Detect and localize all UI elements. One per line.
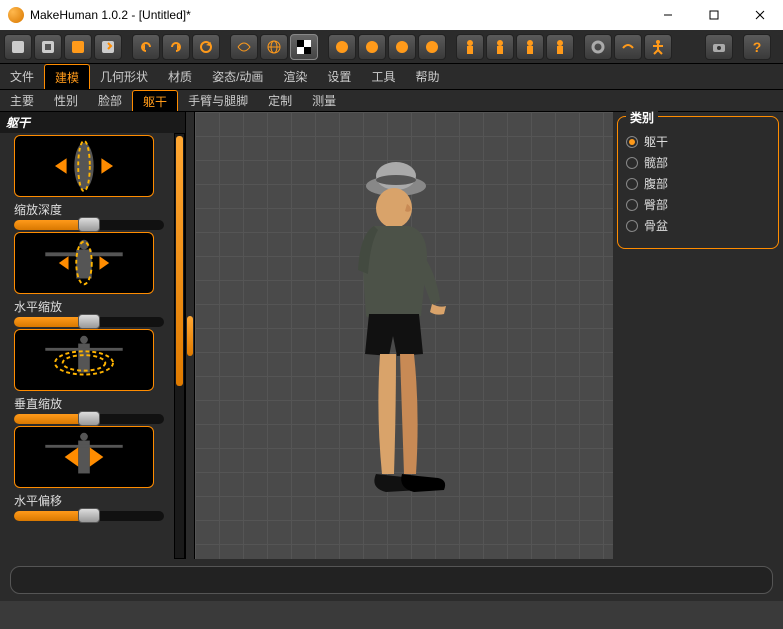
toolbar: ? [0, 30, 783, 64]
slider-thumb-icon[interactable] [14, 232, 154, 294]
body-left-icon[interactable] [456, 34, 484, 60]
slider-thumb-icon[interactable] [14, 135, 154, 197]
globe-button[interactable] [260, 34, 288, 60]
new-button[interactable] [4, 34, 32, 60]
radio-butt[interactable]: 臀部 [626, 196, 770, 213]
body-front-icon[interactable] [486, 34, 514, 60]
menu-modeling[interactable]: 建模 [44, 64, 90, 89]
slider-label: 垂直缩放 [14, 395, 167, 412]
subtab-torso[interactable]: 躯干 [132, 90, 178, 111]
menu-help[interactable]: 帮助 [405, 64, 449, 89]
camera-icon[interactable] [705, 34, 733, 60]
head-right-icon[interactable] [418, 34, 446, 60]
slider-block: 垂直缩放 [0, 391, 173, 488]
export-button[interactable] [94, 34, 122, 60]
menubar: 文件 建模 几何形状 材质 姿态/动画 渲染 设置 工具 帮助 [0, 64, 783, 90]
subtab-custom[interactable]: 定制 [258, 90, 302, 111]
window-title: MakeHuman 1.0.2 - [Untitled]* [30, 8, 645, 22]
gear-icon[interactable] [584, 34, 612, 60]
radio-belly[interactable]: 腹部 [626, 175, 770, 192]
subtab-limbs[interactable]: 手臂与腿脚 [178, 90, 258, 111]
body-back-icon[interactable] [516, 34, 544, 60]
slider-block: 水平缩放 [0, 294, 173, 391]
slider-thumb-icon[interactable] [14, 426, 154, 488]
menu-file[interactable]: 文件 [0, 64, 44, 89]
left-panel: 躯干 缩放深度 [0, 112, 185, 559]
subtab-face[interactable]: 脸部 [88, 90, 132, 111]
viewport[interactable] [195, 112, 613, 559]
undo-button[interactable] [132, 34, 160, 60]
human-figure [324, 146, 484, 526]
save-button[interactable] [64, 34, 92, 60]
wireframe-button[interactable] [230, 34, 258, 60]
panel-header: 躯干 [0, 112, 185, 133]
head-back-icon[interactable] [388, 34, 416, 60]
help-icon[interactable]: ? [743, 34, 771, 60]
minimize-button[interactable] [645, 0, 691, 30]
content: 躯干 缩放深度 [0, 112, 783, 559]
subtab-gender[interactable]: 性别 [44, 90, 88, 111]
maximize-button[interactable] [691, 0, 737, 30]
open-button[interactable] [34, 34, 62, 60]
head-left-icon[interactable] [328, 34, 356, 60]
body-right-icon[interactable] [546, 34, 574, 60]
subtab-measure[interactable]: 测量 [302, 90, 346, 111]
radio-torso[interactable]: 躯干 [626, 133, 770, 150]
pose-icon[interactable] [644, 34, 672, 60]
status-input[interactable] [10, 566, 773, 594]
app-icon [8, 7, 24, 23]
checker-button[interactable] [290, 34, 318, 60]
slider-thumb-icon[interactable] [14, 329, 154, 391]
menu-material[interactable]: 材质 [158, 64, 202, 89]
slider-block [0, 133, 173, 197]
scrollbar[interactable] [174, 133, 185, 559]
subtab-main[interactable]: 主要 [0, 90, 44, 111]
close-button[interactable] [737, 0, 783, 30]
category-box: 类别 躯干 髋部 腹部 臀部 骨盆 [617, 116, 779, 249]
statusbar [0, 559, 783, 601]
slider-block: 缩放深度 [0, 197, 173, 294]
right-panel: 类别 躯干 髋部 腹部 臀部 骨盆 [613, 112, 783, 559]
menu-settings[interactable]: 设置 [317, 64, 361, 89]
slider-label: 缩放深度 [14, 201, 167, 218]
radio-pelvis[interactable]: 骨盆 [626, 217, 770, 234]
menu-geometry[interactable]: 几何形状 [90, 64, 158, 89]
menu-pose[interactable]: 姿态/动画 [202, 64, 273, 89]
slider-track[interactable] [14, 220, 164, 230]
radio-hip[interactable]: 髋部 [626, 154, 770, 171]
head-front-icon[interactable] [358, 34, 386, 60]
slider-track[interactable] [14, 511, 164, 521]
refresh-button[interactable] [192, 34, 220, 60]
redo-button[interactable] [162, 34, 190, 60]
subtabs: 主要 性别 脸部 躯干 手臂与腿脚 定制 测量 [0, 90, 783, 112]
slider-track[interactable] [14, 414, 164, 424]
category-title: 类别 [626, 109, 658, 126]
hands-icon[interactable] [614, 34, 642, 60]
slider-track[interactable] [14, 317, 164, 327]
svg-text:?: ? [753, 39, 762, 55]
slider-label: 水平偏移 [14, 492, 167, 509]
slider-block: 水平偏移 [0, 488, 173, 521]
titlebar: MakeHuman 1.0.2 - [Untitled]* [0, 0, 783, 30]
slider-label: 水平缩放 [14, 298, 167, 315]
splitter[interactable] [185, 112, 195, 559]
menu-tools[interactable]: 工具 [361, 64, 405, 89]
menu-render[interactable]: 渲染 [273, 64, 317, 89]
